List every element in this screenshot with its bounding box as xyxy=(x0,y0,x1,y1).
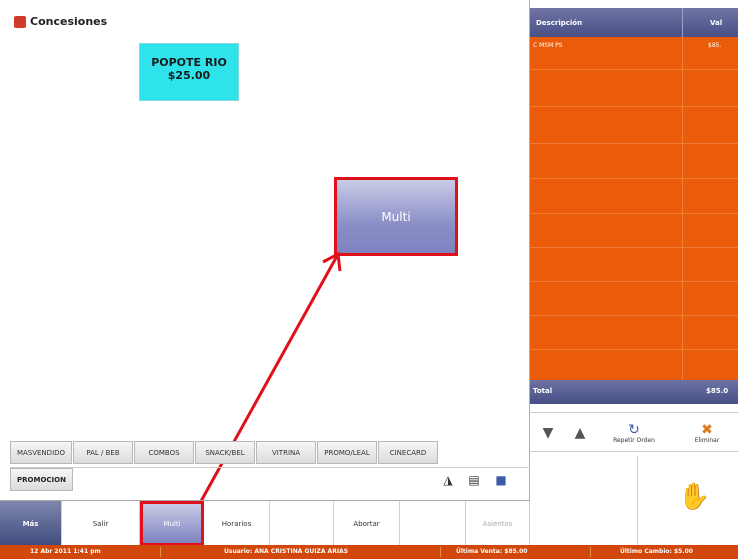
up-arrow-icon: ▲ xyxy=(574,425,586,441)
cube-icon[interactable]: ■ xyxy=(492,471,510,488)
category-bar: MASVENDIDO PAL / BEB COMBOS SNACK/BEL VI… xyxy=(10,441,438,464)
empty-button-2[interactable] xyxy=(400,501,466,546)
order-actions: ▼ ▲ ↻ Repetir Orden ✖ Eliminar xyxy=(530,412,738,452)
total-value: $85.0 xyxy=(706,387,729,395)
product-name: POPOTE RIO xyxy=(151,56,227,69)
category-combos[interactable]: COMBOS xyxy=(134,441,194,464)
main-panel: Concesiones POPOTE RIO $25.00 Multi MASV… xyxy=(0,0,530,546)
order-grid-header: Descripción Val xyxy=(530,8,738,37)
lower-right-panel: ✋ xyxy=(530,456,738,545)
order-grid: C MSM PS $85. xyxy=(530,37,738,380)
status-date: 12 Abr 2011 1:41 pm xyxy=(30,548,101,555)
hand-icon[interactable]: ✋ xyxy=(678,482,710,512)
multi-tile-button[interactable]: Multi xyxy=(334,177,458,256)
promo-row: PROMOCION ◮ ▤ ■ xyxy=(10,467,530,491)
abortar-button[interactable]: Abortar xyxy=(334,501,400,546)
status-bar: 12 Abr 2011 1:41 pm Usuario: ANA CRISTIN… xyxy=(0,545,738,559)
product-price: $25.00 xyxy=(167,69,211,82)
order-panel: Descripción Val C MSM PS $85. Total $85.… xyxy=(530,0,738,545)
category-promo-leal[interactable]: PROMO/LEAL xyxy=(317,441,377,464)
delete-icon: ✖ xyxy=(701,421,713,438)
bottom-nav-bar: Más Salir Multi Horarios Abortar Asiento… xyxy=(0,500,530,546)
category-snack[interactable]: SNACK/BEL xyxy=(195,441,255,464)
product-button-popote-rio[interactable]: POPOTE RIO $25.00 xyxy=(139,43,239,101)
window-title-text: Concesiones xyxy=(30,15,108,28)
scroll-up-button[interactable]: ▲ xyxy=(566,413,594,453)
status-user: Usuario: ANA CRISTINA GUIZA ARIAS xyxy=(224,548,349,555)
order-row-value[interactable]: $85. xyxy=(708,42,721,49)
salir-button[interactable]: Salir xyxy=(62,501,140,546)
category-vitrina[interactable]: VITRINA xyxy=(256,441,316,464)
empty-button[interactable] xyxy=(270,501,334,546)
promocion-button[interactable]: PROMOCION xyxy=(10,468,73,491)
horarios-button[interactable]: Horarios xyxy=(204,501,270,546)
glasses-icon[interactable]: ◮ xyxy=(439,471,457,488)
order-row-description[interactable]: C MSM PS xyxy=(533,42,563,49)
multi-button[interactable]: Multi xyxy=(140,501,204,546)
film-icon[interactable]: ▤ xyxy=(465,471,483,488)
asientos-button[interactable]: Asientos xyxy=(466,501,530,546)
window-title: Concesiones xyxy=(14,15,107,28)
status-last-change: Último Cambio: $5.00 xyxy=(620,548,693,555)
delete-button[interactable]: ✖ Eliminar xyxy=(680,413,734,453)
header-valor: Val xyxy=(710,19,723,27)
pos-window: Concesiones POPOTE RIO $25.00 Multi MASV… xyxy=(0,0,738,559)
concessions-icon xyxy=(14,15,26,28)
repeat-icon: ↻ xyxy=(628,421,640,438)
total-label: Total xyxy=(533,387,553,395)
repeat-order-button[interactable]: ↻ Repetir Orden xyxy=(602,413,666,453)
blank-panel xyxy=(530,456,638,545)
delete-label: Eliminar xyxy=(694,436,720,444)
category-masvendido[interactable]: MASVENDIDO xyxy=(10,441,72,464)
total-bar: Total $85.0 xyxy=(530,380,738,404)
multi-tile-label: Multi xyxy=(381,209,411,224)
scroll-down-button[interactable]: ▼ xyxy=(534,413,562,453)
category-pal-beb[interactable]: PAL / BEB xyxy=(73,441,133,464)
repeat-order-label: Repetir Orden xyxy=(613,436,655,444)
down-arrow-icon: ▼ xyxy=(542,425,554,441)
status-last-sale: Última Venta: $85.00 xyxy=(456,548,528,555)
category-cinecard[interactable]: CINECARD xyxy=(378,441,438,464)
header-descripcion: Descripción xyxy=(536,19,583,27)
mas-button[interactable]: Más xyxy=(0,501,62,546)
